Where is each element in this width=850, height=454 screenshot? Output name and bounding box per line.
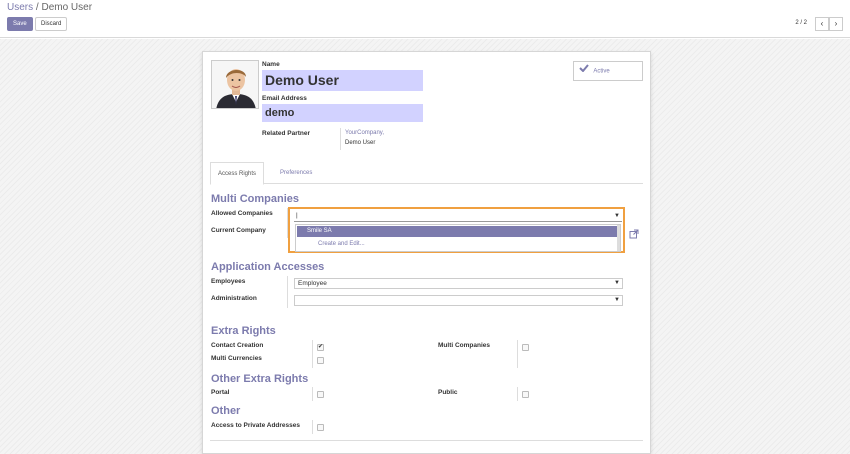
user-photo-icon <box>212 61 258 108</box>
private-addresses-checkbox[interactable] <box>317 424 324 431</box>
active-toggle-button[interactable]: Active <box>573 61 643 81</box>
related-partner-name[interactable]: Demo User <box>345 140 375 146</box>
pager-prev-button[interactable]: ‹ <box>815 17 829 31</box>
private-addresses-label: Access to Private Addresses <box>211 422 301 429</box>
sheet-divider <box>210 440 643 441</box>
active-label: Active <box>593 68 610 75</box>
pager-next-button[interactable]: › <box>829 17 843 31</box>
public-label: Public <box>438 389 458 396</box>
field-divider <box>287 276 288 308</box>
dropdown-option-smile-sa[interactable]: Smile SA <box>297 226 619 237</box>
breadcrumb-current: Demo User <box>41 2 93 13</box>
external-link-icon[interactable] <box>629 229 639 241</box>
dropdown-scrollbar[interactable] <box>617 225 620 251</box>
breadcrumb-separator: / <box>35 2 39 13</box>
avatar[interactable] <box>211 60 259 109</box>
employees-label: Employees <box>211 278 246 285</box>
check-icon <box>579 62 589 80</box>
public-checkbox[interactable] <box>522 391 529 398</box>
discard-button[interactable]: Discard <box>35 17 68 31</box>
caret-down-icon: ▼ <box>614 280 620 286</box>
application-accesses-heading: Application Accesses <box>211 261 325 273</box>
tab-preferences[interactable]: Preferences <box>273 162 319 185</box>
save-button[interactable]: Save <box>7 17 33 31</box>
multi-currencies-checkbox[interactable] <box>317 357 324 364</box>
contact-creation-label: Contact Creation <box>211 342 264 349</box>
field-divider <box>517 340 518 368</box>
control-panel: Users / Demo User Save Discard 2 / 2 ‹ › <box>0 0 850 38</box>
field-divider <box>312 420 313 434</box>
portal-label: Portal <box>211 389 230 396</box>
other-heading: Other <box>211 405 241 417</box>
caret-down-icon: ▼ <box>614 297 620 303</box>
portal-checkbox[interactable] <box>317 391 324 398</box>
name-label: Name <box>262 61 280 68</box>
other-extra-rights-heading: Other Extra Rights <box>211 373 309 385</box>
name-field[interactable]: Demo User <box>262 70 423 91</box>
multi-companies-checkbox[interactable] <box>522 344 529 351</box>
create-and-edit-option[interactable]: Create and Edit... <box>318 239 365 249</box>
contact-creation-checkbox[interactable]: ✔ <box>317 344 324 351</box>
field-divider <box>517 387 518 401</box>
extra-rights-heading: Extra Rights <box>211 325 276 337</box>
email-label: Email Address <box>262 95 307 102</box>
related-partner-label: Related Partner <box>262 130 311 137</box>
field-divider <box>312 340 313 368</box>
email-field[interactable]: demo <box>262 104 423 122</box>
autocomplete-dropdown: Smile SA Create and Edit... <box>295 224 621 252</box>
related-partner-link[interactable]: YourCompany, <box>345 130 384 136</box>
multi-currencies-label: Multi Currencies <box>211 355 262 362</box>
breadcrumb-users-link[interactable]: Users <box>7 2 33 13</box>
form-sheet: Name Demo User Email Address demo Relate… <box>202 51 651 454</box>
multi-companies-heading: Multi Companies <box>211 193 300 205</box>
employees-value: Employee <box>298 280 327 287</box>
partner-divider <box>340 128 341 150</box>
field-divider <box>312 387 313 401</box>
employees-select[interactable]: Employee ▼ <box>294 278 623 289</box>
notebook-tabs: Access Rights Preferences <box>210 162 643 185</box>
breadcrumb: Users / Demo User <box>7 2 92 13</box>
administration-select[interactable]: ▼ <box>294 295 623 306</box>
allowed-companies-label: Allowed Companies <box>211 210 273 217</box>
tab-access-rights[interactable]: Access Rights <box>210 162 265 185</box>
multi-companies-right-label: Multi Companies <box>438 342 491 349</box>
current-company-label: Current Company <box>211 227 266 234</box>
administration-label: Administration <box>211 295 257 302</box>
pager-value[interactable]: 2 / 2 <box>795 20 807 26</box>
